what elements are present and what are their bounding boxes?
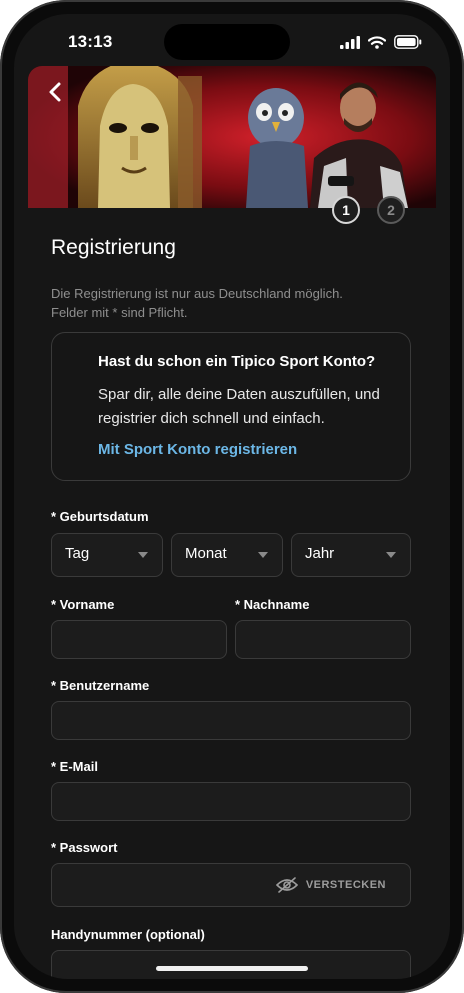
page-subtitle: Die Registrierung ist nur aus Deutschlan…	[51, 286, 343, 320]
password-toggle-label: VERSTECKEN	[305, 879, 386, 891]
phone-label: Handynummer (optional)	[51, 927, 205, 942]
card-title: Hast du schon ein Tipico Sport Konto?	[98, 353, 376, 370]
eye-slash-icon	[275, 877, 298, 893]
page-title: Registrierung	[51, 236, 176, 259]
firstname-input[interactable]	[51, 620, 227, 659]
phone-input[interactable]	[51, 950, 411, 979]
home-indicator[interactable]	[156, 966, 308, 971]
app-screen: 13:13 1 2 Registrierung Die Registrierun…	[14, 14, 450, 979]
password-input[interactable]: VERSTECKEN	[51, 863, 411, 907]
step-indicator: 1 2	[332, 196, 405, 224]
phone-frame: 13:13 1 2 Registrierung Die Registrierun…	[0, 0, 464, 993]
birthdate-label: * Geburtsdatum	[51, 509, 149, 524]
lastname-label: * Nachname	[235, 597, 310, 612]
day-select-value: Tag	[65, 545, 90, 562]
hero-illustration	[28, 66, 436, 208]
year-select[interactable]: Jahr	[291, 533, 411, 577]
chevron-down-icon	[138, 552, 148, 558]
username-label: * Benutzername	[51, 678, 150, 693]
dynamic-island	[164, 24, 290, 60]
chevron-down-icon	[386, 552, 396, 558]
back-button[interactable]	[44, 80, 68, 104]
chevron-left-icon	[49, 82, 61, 102]
password-visibility-toggle[interactable]: VERSTECKEN	[275, 877, 386, 893]
month-select-value: Monat	[185, 545, 227, 562]
day-select[interactable]: Tag	[51, 533, 163, 577]
step-1-badge: 1	[332, 196, 360, 224]
lastname-input[interactable]	[235, 620, 411, 659]
step-2-badge: 2	[377, 196, 405, 224]
month-select[interactable]: Monat	[171, 533, 283, 577]
year-select-value: Jahr	[305, 545, 335, 562]
card-text: Spar dir, alle deine Daten auszufüllen, …	[98, 386, 380, 427]
email-label: * E-Mail	[51, 759, 98, 774]
status-icons	[340, 34, 422, 50]
sport-account-card: Hast du schon ein Tipico Sport Konto? Sp…	[51, 332, 411, 481]
battery-icon	[394, 35, 422, 49]
password-label: * Passwort	[51, 840, 118, 855]
firstname-label: * Vorname	[51, 597, 115, 612]
status-time: 13:13	[68, 32, 113, 51]
signal-icon	[340, 35, 360, 49]
sport-account-register-link[interactable]: Mit Sport Konto registrieren	[98, 441, 297, 458]
username-input[interactable]	[51, 701, 411, 740]
hero-banner	[28, 66, 436, 208]
status-bar: 13:13	[14, 14, 450, 66]
chevron-down-icon	[258, 552, 268, 558]
email-input[interactable]	[51, 782, 411, 821]
wifi-icon	[368, 35, 386, 49]
